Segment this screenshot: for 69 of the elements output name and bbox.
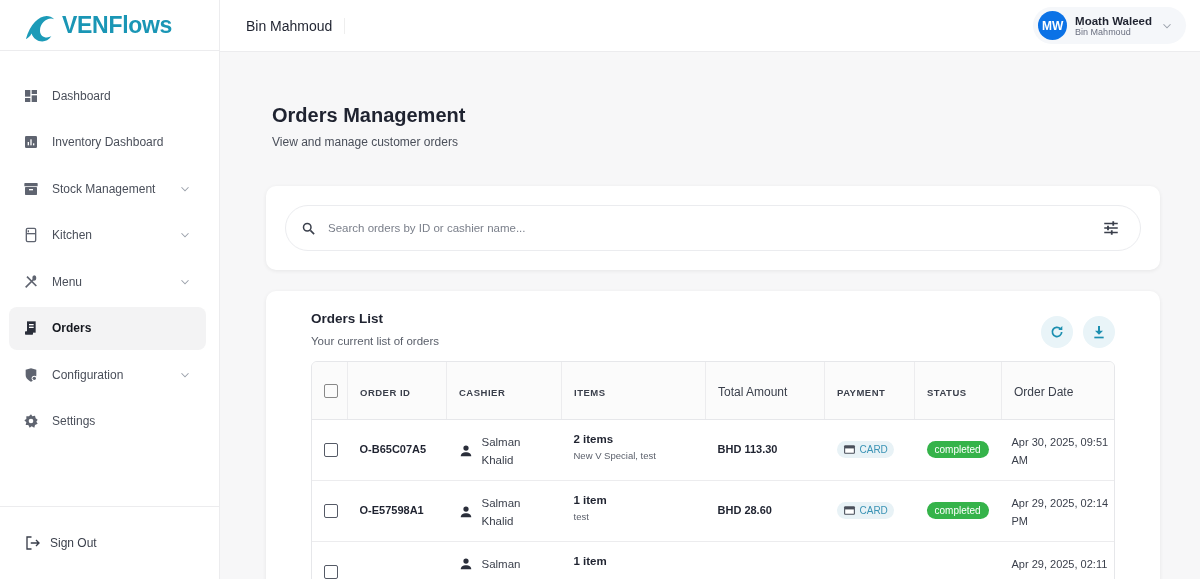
items-count: 1 item: [573, 555, 608, 567]
person-icon: [458, 505, 473, 519]
orders-title: Orders List: [311, 311, 385, 326]
user-menu[interactable]: MW Moath Waleed Bin Mahmoud: [1033, 7, 1186, 44]
sign-out-icon: [24, 534, 42, 552]
checkbox[interactable]: [324, 443, 338, 458]
checkbox[interactable]: [324, 384, 338, 399]
fridge-icon: [23, 227, 39, 243]
filter-sliders-icon[interactable]: [1102, 219, 1120, 237]
header-title: Bin Mahmoud: [246, 17, 346, 34]
total-amount: BHD 113.30: [717, 443, 778, 455]
column-header: ITEMS: [574, 386, 606, 398]
column-header: ORDER ID: [360, 386, 411, 398]
archive-box-icon: [23, 180, 39, 197]
column-header: STATUS: [927, 386, 967, 398]
column-header: CASHIER: [459, 386, 506, 398]
refresh-icon: [1049, 324, 1065, 340]
download-icon: [1091, 324, 1107, 340]
page-title: Orders Management: [272, 104, 467, 127]
cashier-name: Salman Khalid: [481, 435, 522, 468]
payment-badge: CARD: [836, 502, 894, 519]
shield-gear-icon: [23, 366, 39, 383]
orders-subtitle: Your current list of orders: [311, 335, 440, 347]
download-button[interactable]: [1083, 316, 1115, 348]
utensils-icon: [23, 273, 39, 290]
status-badge: completed: [926, 502, 989, 519]
order-id: O-E57598A1: [359, 504, 424, 516]
order-date: Apr 29, 2025, 02:11: [1011, 558, 1108, 570]
order-date: Apr 29, 2025, 02:14 PM: [1011, 497, 1109, 527]
payment-badge: CARD: [836, 441, 894, 458]
bar-chart-icon: [23, 134, 39, 150]
nav-item[interactable]: Orders: [9, 306, 206, 350]
nav-item[interactable]: Dashboard: [9, 74, 206, 117]
nav-item[interactable]: Inventory Dashboard: [9, 120, 206, 164]
items-detail: test: [573, 511, 590, 522]
brand-name: VENFlows: [62, 11, 173, 39]
column-header: Order Date: [1014, 384, 1074, 399]
user-name: Moath Waleed: [1075, 14, 1152, 27]
refresh-button[interactable]: [1041, 316, 1073, 348]
items-count: 2 items: [573, 433, 615, 445]
order-id: O-B65C07A5: [359, 443, 427, 455]
settings-icon: [23, 413, 39, 429]
total-amount: BHD 28.60: [717, 504, 772, 516]
dashboard-icon: [23, 87, 39, 104]
items-detail: New V Special, test: [573, 450, 657, 461]
nav-item[interactable]: Stock Management: [9, 167, 206, 210]
receipt-icon: [23, 320, 39, 336]
checkbox[interactable]: [324, 565, 338, 579]
avatar: MW: [1038, 11, 1068, 40]
column-header: Total Amount: [718, 384, 788, 399]
nav-item[interactable]: Configuration: [9, 353, 206, 396]
status-badge: completed: [926, 441, 989, 458]
nav-item[interactable]: Menu: [9, 260, 206, 303]
page-subtitle: View and manage customer orders: [272, 135, 459, 149]
cashier-name: Salman Khalid: [481, 496, 522, 529]
nav-item[interactable]: Settings: [9, 399, 206, 443]
user-subtitle: Bin Mahmoud: [1075, 26, 1132, 37]
person-icon: [458, 557, 473, 571]
credit-card-icon: [842, 443, 856, 456]
order-date: Apr 30, 2025, 09:51 AM: [1011, 436, 1109, 466]
sign-out-link[interactable]: Sign Out: [24, 534, 97, 552]
search-icon: [301, 220, 316, 236]
items-count: 1 item: [573, 494, 608, 506]
checkbox[interactable]: [324, 504, 338, 519]
person-icon: [458, 444, 473, 458]
cashier-name: Salman: [481, 557, 522, 572]
credit-card-icon: [842, 504, 856, 517]
nav-item[interactable]: Kitchen: [9, 213, 206, 257]
column-header: PAYMENT: [837, 386, 886, 398]
